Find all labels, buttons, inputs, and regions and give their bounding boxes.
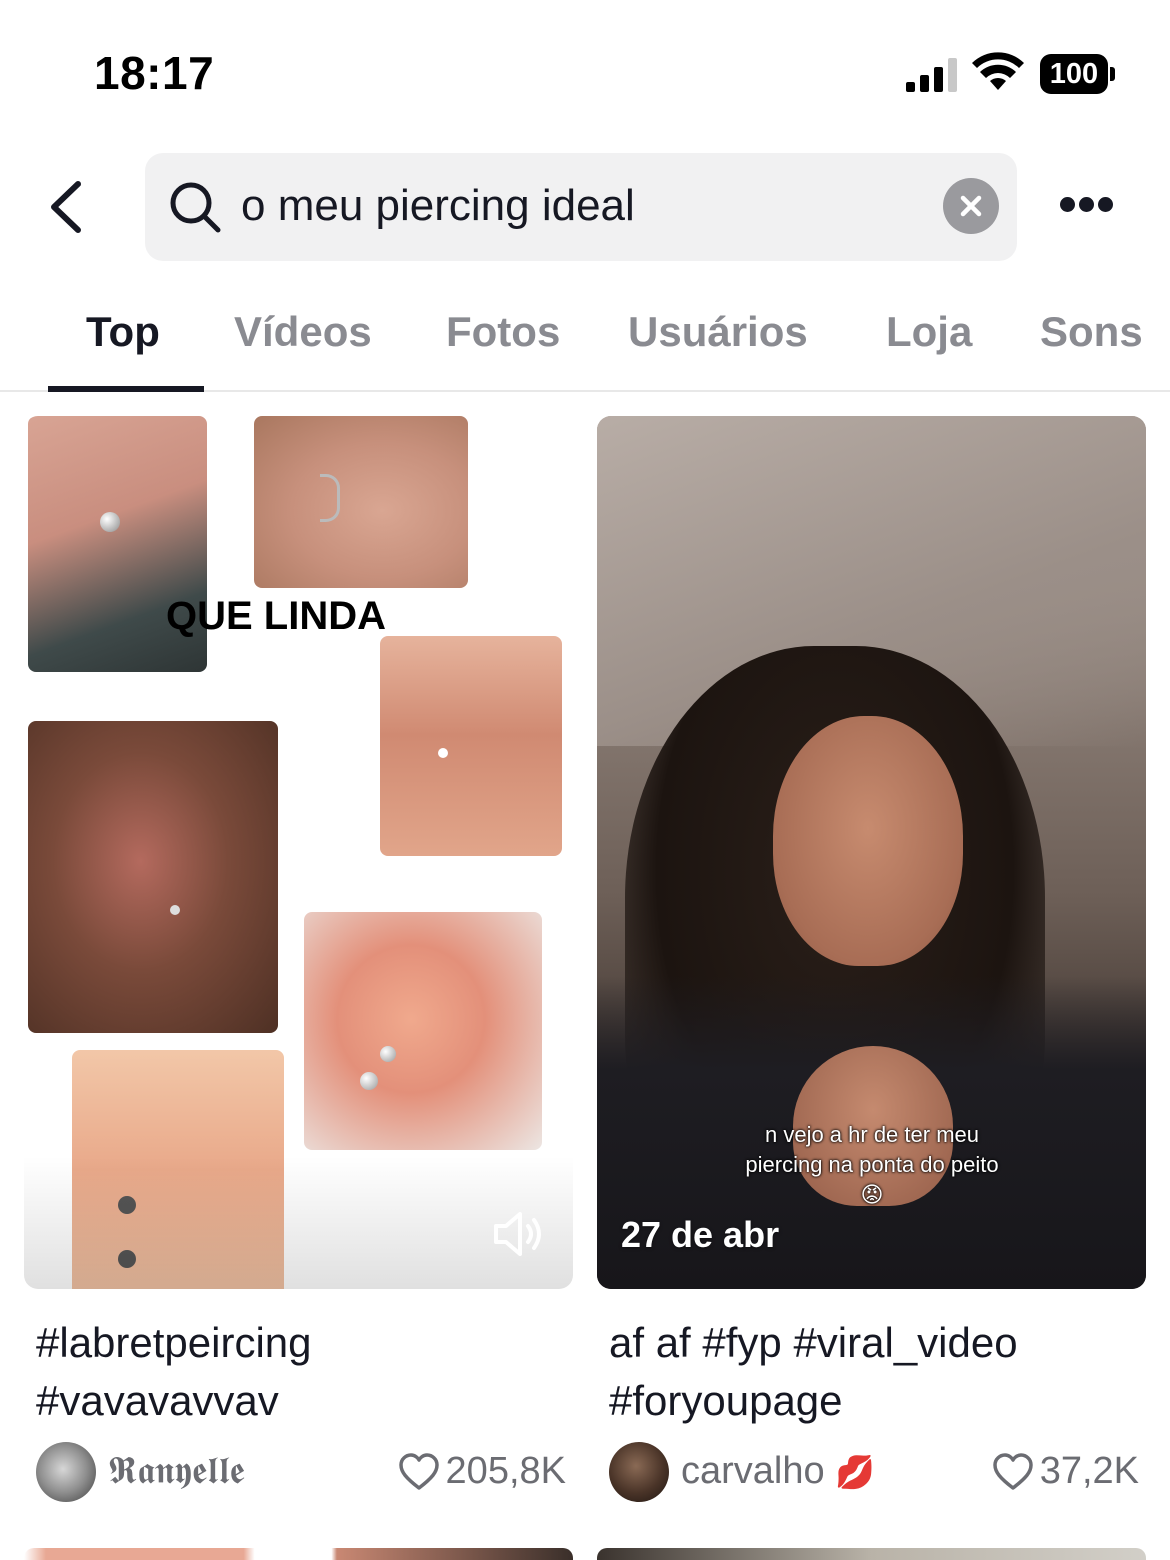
like-count: 205,8K: [398, 1450, 566, 1493]
tab-videos[interactable]: Vídeos: [234, 308, 372, 356]
collage-photo: [304, 912, 542, 1150]
battery-level: 100: [1040, 54, 1108, 94]
next-result-thumbnail[interactable]: [24, 1548, 573, 1560]
search-query[interactable]: o meu piercing ideal: [241, 181, 635, 231]
kiss-emoji: 💋: [835, 1454, 876, 1490]
close-icon: [960, 195, 982, 217]
collage-photo: [28, 721, 278, 1033]
person-face: [773, 716, 963, 966]
search-tabs: Top Vídeos Fotos Usuários Loja Sons: [0, 292, 1170, 392]
video-thumbnail[interactable]: n vejo a hr de ter meu piercing na ponta…: [597, 416, 1146, 1289]
tab-fotos[interactable]: Fotos: [446, 308, 560, 356]
card-footer: carvalho 💋 37,2K: [609, 1442, 1139, 1504]
next-result-thumbnail[interactable]: [597, 1548, 1146, 1560]
heart-icon: [992, 1452, 1033, 1490]
avatar[interactable]: [36, 1442, 96, 1502]
post-date: 27 de abr: [621, 1214, 780, 1255]
back-arrow-icon[interactable]: [40, 172, 100, 242]
tab-sons[interactable]: Sons: [1040, 308, 1143, 356]
avatar[interactable]: [609, 1442, 669, 1502]
video-caption[interactable]: #labretpeircing #vavavavvav: [36, 1314, 566, 1430]
username[interactable]: 𝕽𝖆𝖓𝖞𝖊𝖑𝖑𝖊: [108, 1450, 245, 1493]
more-options-icon[interactable]: [1054, 188, 1118, 224]
wifi-icon: [972, 52, 1024, 90]
video-overlay-text: n vejo a hr de ter meu piercing na ponta…: [745, 1122, 999, 1207]
tab-top[interactable]: Top: [86, 308, 160, 356]
sound-on-icon[interactable]: [490, 1206, 550, 1262]
username[interactable]: carvalho 💋: [681, 1450, 875, 1493]
status-bar: 18:17 100: [0, 0, 1170, 140]
tab-loja[interactable]: Loja: [886, 308, 972, 356]
collage-photo: [254, 416, 468, 588]
video-caption[interactable]: af af #fyp #viral_video #foryoupage: [609, 1314, 1139, 1430]
active-tab-indicator: [48, 386, 204, 392]
collage-photo: [380, 636, 562, 856]
heart-icon: [398, 1452, 439, 1490]
video-thumbnail[interactable]: QUE LINDA: [24, 416, 573, 1289]
collage-overlay-title: QUE LINDA: [166, 594, 386, 638]
battery-icon: 100: [1040, 54, 1116, 94]
card-footer: 𝕽𝖆𝖓𝖞𝖊𝖑𝖑𝖊 205,8K: [36, 1442, 566, 1504]
search-field[interactable]: o meu piercing ideal: [145, 153, 1017, 261]
search-icon: [170, 182, 221, 233]
status-time: 18:17: [94, 47, 215, 99]
like-count: 37,2K: [992, 1450, 1139, 1493]
clear-search-button[interactable]: [943, 178, 999, 234]
cellular-signal-icon: [906, 58, 960, 92]
tab-usuarios[interactable]: Usuários: [628, 308, 808, 356]
